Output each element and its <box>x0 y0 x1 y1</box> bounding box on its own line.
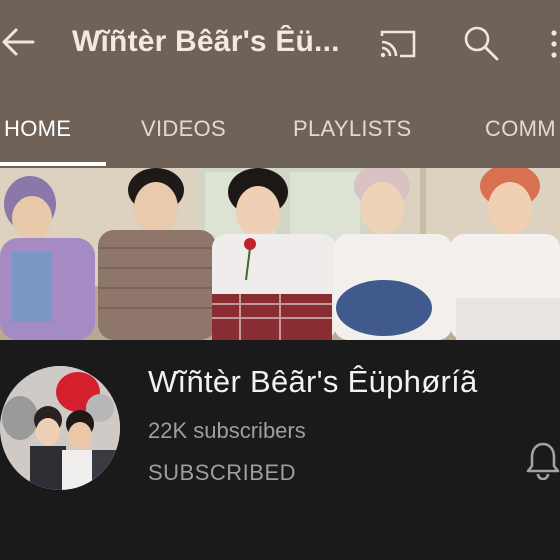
notification-bell-icon[interactable] <box>526 440 560 481</box>
tab-videos[interactable]: VIDEOS <box>141 116 226 142</box>
channel-tabs <box>0 88 560 168</box>
tab-community[interactable]: COMM <box>485 116 556 142</box>
channel-avatar[interactable] <box>0 366 120 490</box>
cast-icon[interactable] <box>378 28 418 60</box>
active-tab-indicator <box>0 162 106 166</box>
app-bar: Wĩñtèr Bêãr's Êü... <box>0 0 560 88</box>
search-icon[interactable] <box>462 24 500 62</box>
arrow-left-icon[interactable] <box>0 26 36 58</box>
subscribed-button[interactable]: SUBSCRIBED <box>148 460 296 486</box>
channel-banner <box>0 168 560 340</box>
more-vertical-icon[interactable] <box>540 28 560 60</box>
app-bar-title: Wĩñtèr Bêãr's Êü... <box>72 25 340 58</box>
tab-home[interactable]: HOME <box>4 116 71 142</box>
channel-name: Wĩñtèr Bêãr's Êüphøríã <box>148 364 478 399</box>
subscriber-count: 22K subscribers <box>148 418 306 443</box>
tab-playlists[interactable]: PLAYLISTS <box>293 116 411 142</box>
